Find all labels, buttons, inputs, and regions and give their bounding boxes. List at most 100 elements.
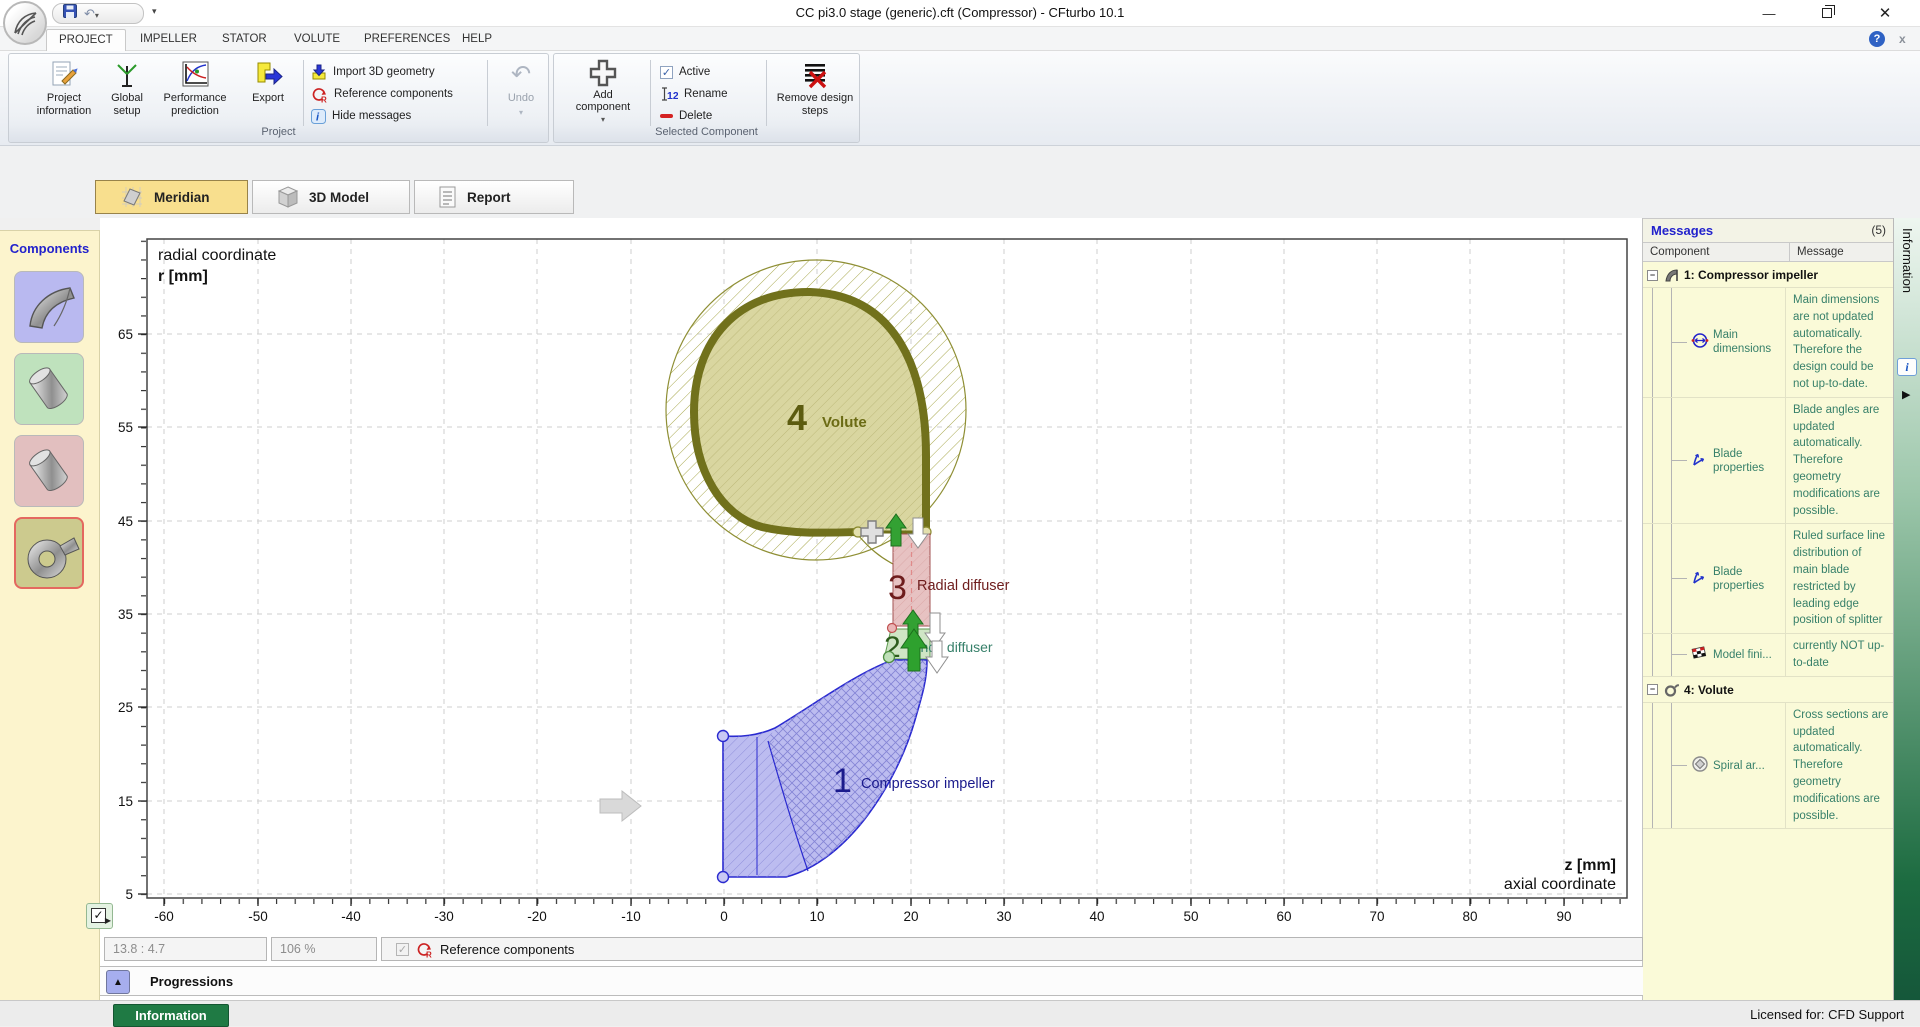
component-button-volute[interactable] [14, 517, 84, 589]
global-setup-button[interactable]: Global setup [101, 58, 153, 126]
component-button-diffuser-green[interactable] [14, 353, 84, 425]
customize-toolbar-button[interactable]: ▾ [152, 6, 156, 17]
group-label-selected-component: Selected Component [554, 126, 859, 142]
remove-design-steps-button[interactable]: Remove design steps [774, 58, 856, 126]
messages-panel: Messages (5) Component Message − 1: Comp… [1643, 218, 1893, 1000]
message-row-blade-properties-2[interactable]: Blade properties Ruled surface line dist… [1643, 524, 1893, 634]
ribbon: Project information Global setup Perform… [0, 51, 1920, 146]
import-3d-geometry-icon [311, 64, 327, 80]
messages-column-headers: Component Message [1643, 242, 1893, 262]
svg-text:-10: -10 [621, 909, 641, 924]
diffuser-3d-icon [19, 441, 79, 501]
meridian-icon [120, 185, 144, 209]
undo-button-large[interactable]: ↶ Undo ▾ [495, 58, 547, 126]
tab-3d-model[interactable]: 3D Model [252, 180, 410, 214]
reference-components-checkbox[interactable]: ✓ [396, 943, 409, 956]
undo-button[interactable]: ↶▾ [84, 6, 99, 22]
svg-text:-30: -30 [434, 909, 454, 924]
volute-icon [1663, 682, 1679, 698]
message-row-spiral-area[interactable]: Spiral ar... Cross sections are updated … [1643, 703, 1893, 830]
cube-icon [277, 185, 299, 209]
x-axis-title: axial coordinate [1504, 876, 1616, 893]
svg-text:-50: -50 [248, 909, 268, 924]
tab-report[interactable]: Report [414, 180, 574, 214]
save-icon [63, 4, 77, 18]
titlebar: CC pi3.0 stage (generic).cft (Compressor… [0, 0, 1920, 27]
menu-tab-impeller[interactable]: IMPELLER [128, 29, 209, 51]
import-3d-geometry-button[interactable]: Import 3D geometry [311, 62, 471, 82]
add-component-icon [588, 58, 618, 89]
scale-ratio-field: 13.8 : 4.7 [104, 937, 267, 961]
information-bottom-tab[interactable]: Information [113, 1004, 229, 1027]
message-row-blade-properties-1[interactable]: Blade properties Blade angles are update… [1643, 398, 1893, 525]
component-button-impeller[interactable] [14, 271, 84, 343]
expand-panel-icon[interactable]: ▶ [1902, 388, 1910, 401]
progressions-toggle-button[interactable]: ▲ [106, 970, 130, 994]
ribbon-close-icon[interactable]: x [1899, 32, 1906, 46]
information-icon[interactable]: i [1897, 358, 1917, 376]
message-row-main-dimensions[interactable]: Main dimensions Main dimensions are not … [1643, 288, 1893, 398]
bottom-bar: Information Licensed for: CFD Support [0, 1000, 1920, 1026]
app-logo-button[interactable] [3, 1, 47, 45]
menu-tab-volute[interactable]: VOLUTE [282, 29, 352, 51]
svg-text:50: 50 [1183, 909, 1198, 924]
display-options-button[interactable]: ✓ ▶ [86, 903, 113, 929]
y-axis-unit: r [mm] [158, 268, 208, 285]
menu-tab-help[interactable]: HELP [450, 29, 504, 51]
add-component-button[interactable]: Add component ▾ [570, 58, 636, 126]
project-information-button[interactable]: Project information [27, 58, 101, 126]
menu-tab-project[interactable]: PROJECT [46, 29, 126, 51]
component-button-diffuser-pink[interactable] [14, 435, 84, 507]
message-row-model-finishing[interactable]: Model fini... currently NOT up-to-date [1643, 634, 1893, 677]
performance-prediction-button[interactable]: Performance prediction [151, 58, 239, 126]
menu-tab-preferences[interactable]: PREFERENCES [352, 29, 462, 51]
information-side-tab[interactable]: Information i ▶ [1893, 218, 1920, 1000]
menubar: PROJECT IMPELLER STATOR VOLUTE PREFERENC… [0, 27, 1920, 51]
message-group-volute[interactable]: − 4: Volute [1643, 677, 1893, 703]
hide-messages-icon: i [311, 109, 326, 124]
expand-arrow-icon: ▶ [105, 916, 111, 925]
main-dimensions-icon [1691, 332, 1713, 352]
license-text: Licensed for: CFD Support [1750, 1007, 1904, 1022]
radial-diffuser-label: Radial diffuser [917, 578, 1010, 594]
y-tick-labels: 6555453525155 [118, 327, 133, 902]
blade-properties-icon [1691, 451, 1713, 471]
export-button[interactable]: Export [241, 58, 295, 126]
x-tick-labels: -60-50-40-30-20-100102030405060708090 [154, 909, 1571, 924]
restore-button[interactable] [1808, 0, 1846, 26]
minimize-button[interactable]: — [1750, 0, 1788, 26]
svg-text:90: 90 [1556, 909, 1571, 924]
collapse-icon[interactable]: − [1647, 270, 1658, 281]
reference-components-icon: R [416, 941, 433, 958]
impeller-3d-icon [20, 278, 78, 336]
hide-messages-button[interactable]: i Hide messages [311, 106, 461, 126]
reference-components-button[interactable]: R Reference components [311, 84, 481, 104]
save-button[interactable] [63, 4, 77, 23]
message-group-impeller[interactable]: − 1: Compressor impeller [1643, 262, 1893, 288]
y-minor-ticks [141, 240, 146, 897]
cfturbo-logo-icon [5, 3, 45, 43]
svg-text:30: 30 [996, 909, 1011, 924]
outlet-node-icon [884, 652, 895, 663]
svg-text:-20: -20 [527, 909, 547, 924]
close-button[interactable]: ✕ [1866, 0, 1904, 26]
x-axis-unit: z [mm] [1564, 857, 1616, 874]
spiral-area-icon [1691, 755, 1713, 776]
ribbon-group-selected-component: Add component ▾ ✓ Active 12 Rename Delet… [553, 53, 860, 143]
impeller-region[interactable] [718, 650, 936, 883]
tab-meridian[interactable]: Meridian [95, 180, 248, 214]
active-checkbox[interactable]: ✓ Active [660, 62, 760, 82]
collapse-icon[interactable]: − [1647, 684, 1658, 695]
rename-button[interactable]: 12 Rename [660, 84, 760, 104]
menu-tab-stator[interactable]: STATOR [210, 29, 279, 51]
svg-text:80: 80 [1462, 909, 1477, 924]
performance-prediction-icon [180, 58, 210, 92]
delete-button[interactable]: Delete [660, 106, 760, 126]
components-panel: Components [0, 230, 100, 1000]
column-component[interactable]: Component [1643, 243, 1790, 261]
diffuser-3d-icon [19, 359, 79, 419]
svg-text:5: 5 [125, 887, 133, 902]
remove-design-steps-icon [801, 58, 829, 92]
help-icon[interactable]: ? [1869, 31, 1885, 47]
column-message[interactable]: Message [1790, 243, 1893, 261]
